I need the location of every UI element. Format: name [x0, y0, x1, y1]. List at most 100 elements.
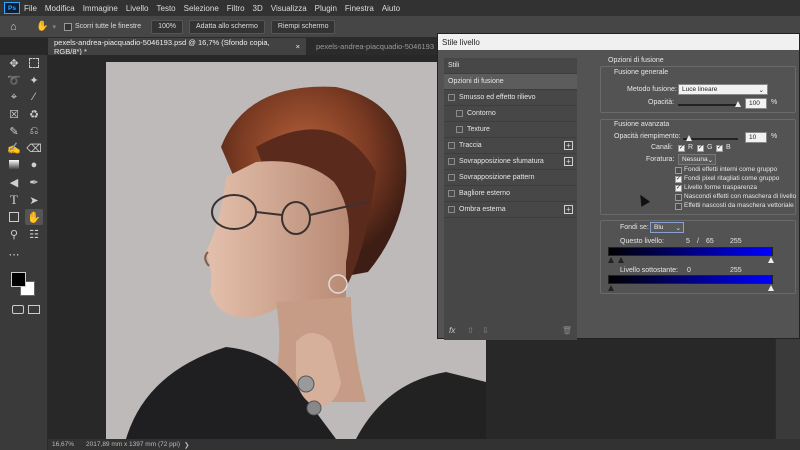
brush-tool-icon[interactable]: ✎	[5, 123, 23, 139]
style-checkbox[interactable]	[448, 190, 455, 197]
style-checkbox[interactable]	[448, 94, 455, 101]
menu-item[interactable]: Aiuto	[382, 4, 400, 13]
opacity-slider-thumb[interactable]	[735, 101, 741, 107]
spot-healing-tool-icon[interactable]: ♻	[25, 106, 43, 122]
more-tools-icon[interactable]: ⋯	[5, 246, 23, 262]
fill-opacity-input[interactable]: 10	[745, 132, 767, 143]
lasso-tool-icon[interactable]: ➰	[5, 72, 23, 88]
underlying-gradient-bar[interactable]	[608, 275, 773, 284]
trash-icon[interactable]: 🗑	[562, 326, 572, 335]
dodge-tool-icon[interactable]: ◀	[5, 174, 23, 190]
path-selection-tool-icon[interactable]: ➤	[25, 192, 43, 208]
arrow-up-icon[interactable]: ⇧	[467, 326, 474, 335]
this-layer-black-slider-right[interactable]	[618, 257, 624, 263]
advanced-option-checkbox[interactable]: ✓	[675, 185, 682, 192]
arrow-down-icon[interactable]: ⇩	[482, 326, 489, 335]
channels-label: Canali:	[651, 144, 673, 151]
fill-opacity-slider-thumb[interactable]	[685, 135, 692, 141]
advanced-option-checkbox[interactable]	[675, 203, 682, 210]
menu-item[interactable]: Plugin	[315, 4, 337, 13]
style-checkbox[interactable]	[448, 206, 455, 213]
menu-item[interactable]: File	[24, 4, 37, 13]
advanced-option-checkbox[interactable]	[675, 167, 682, 174]
home-icon[interactable]: ⌂	[10, 21, 26, 33]
fit-screen-button[interactable]: Adatta allo schermo	[189, 19, 265, 34]
style-item[interactable]: Sovrapposizione pattern	[444, 170, 577, 186]
blend-if-channel-dropdown[interactable]: Blu ⌄	[650, 222, 684, 233]
move-tool-icon[interactable]: ✥	[5, 55, 23, 71]
advanced-option-checkbox[interactable]: ✓	[675, 176, 682, 183]
this-layer-black-slider-left[interactable]	[608, 257, 614, 263]
eyedropper-tool-icon[interactable]: ⁄	[25, 89, 43, 105]
eraser-tool-icon[interactable]: ⌫	[25, 140, 43, 156]
zoom-tool-icon[interactable]: ⚲	[5, 226, 23, 242]
channel-checkbox[interactable]: ✓	[716, 145, 723, 152]
blend-mode-dropdown[interactable]: Luce lineare ⌄	[678, 84, 768, 95]
type-tool-icon[interactable]: T	[5, 192, 23, 208]
crop-tool-icon[interactable]: ⌖	[5, 89, 23, 105]
style-checkbox[interactable]	[448, 158, 455, 165]
gradient-tool-icon[interactable]	[5, 157, 23, 173]
add-style-icon[interactable]: +	[564, 205, 573, 214]
style-checkbox[interactable]	[448, 142, 455, 149]
stamp-tool-icon[interactable]: ⎌	[25, 123, 43, 139]
frame-tool-icon[interactable]: ☒	[5, 106, 23, 122]
style-checkbox[interactable]	[448, 174, 455, 181]
menu-item[interactable]: Visualizza	[271, 4, 307, 13]
style-item[interactable]: Texture	[444, 122, 577, 138]
zoom-100-button[interactable]: 100%	[151, 19, 184, 34]
opacity-input[interactable]: 100	[745, 98, 767, 109]
style-item[interactable]: Smusso ed effetto rilievo	[444, 90, 577, 106]
tab-active-document[interactable]: pexels-andrea-piacquadio-5046193.psd @ 1…	[48, 38, 306, 56]
menu-item[interactable]: Testo	[157, 4, 176, 13]
fx-icon[interactable]: fx	[449, 326, 455, 335]
quick-mask-icon[interactable]	[12, 305, 24, 314]
channel-checkbox[interactable]: ✓	[697, 145, 704, 152]
knockout-dropdown[interactable]: Nessuna ⌄	[678, 154, 716, 165]
style-item[interactable]: Sovrapposizione sfumatura +	[444, 154, 577, 170]
style-checkbox[interactable]	[456, 126, 463, 133]
menu-item[interactable]: Selezione	[184, 4, 219, 13]
marquee-tool-icon[interactable]	[25, 55, 43, 71]
rectangle-tool-icon[interactable]	[5, 209, 23, 225]
underlying-black-slider[interactable]	[608, 285, 614, 291]
menu-item[interactable]: Modifica	[45, 4, 75, 13]
styles-header[interactable]: Stili	[444, 58, 577, 74]
menu-item[interactable]: Filtro	[227, 4, 245, 13]
magic-wand-tool-icon[interactable]: ✦	[25, 72, 43, 88]
add-style-icon[interactable]: +	[564, 157, 573, 166]
channel-checkbox[interactable]: ✓	[678, 145, 685, 152]
style-item[interactable]: Opzioni di fusione	[444, 74, 577, 90]
status-zoom[interactable]: 16,67%	[52, 441, 74, 448]
advanced-option-checkbox[interactable]	[675, 194, 682, 201]
style-item[interactable]: Contorno	[444, 106, 577, 122]
close-icon[interactable]: ×	[296, 42, 300, 51]
history-brush-tool-icon[interactable]: ✍	[5, 140, 23, 156]
menu-item[interactable]: Finestra	[345, 4, 374, 13]
style-item[interactable]: Ombra esterna +	[444, 202, 577, 218]
menu-item[interactable]: Immagine	[83, 4, 118, 13]
artboard-tool-icon[interactable]: ☷	[25, 226, 43, 242]
document-photo[interactable]	[106, 62, 486, 439]
add-style-icon[interactable]: +	[564, 141, 573, 150]
this-layer-gradient-bar[interactable]	[608, 247, 773, 256]
app-logo[interactable]: Ps	[4, 2, 20, 14]
menu-item[interactable]: 3D	[253, 4, 263, 13]
screen-mode-icon[interactable]	[28, 305, 40, 314]
blur-tool-icon[interactable]: ●	[25, 157, 43, 173]
fill-screen-button[interactable]: Riempi schermo	[270, 19, 336, 34]
opacity-slider-track[interactable]	[678, 104, 738, 106]
style-item[interactable]: Bagliore esterno	[444, 186, 577, 202]
this-layer-white-slider[interactable]	[768, 257, 774, 263]
foreground-color-swatch[interactable]	[11, 272, 26, 287]
underlying-white-slider[interactable]	[768, 285, 774, 291]
pen-tool-icon[interactable]: ✒	[25, 174, 43, 190]
style-checkbox[interactable]	[456, 110, 463, 117]
chevron-right-icon[interactable]: ❯	[184, 441, 189, 449]
scroll-all-checkbox[interactable]	[63, 22, 72, 31]
hand-tool-icon[interactable]: ✋	[25, 209, 43, 225]
style-item[interactable]: Traccia +	[444, 138, 577, 154]
hand-tool-icon[interactable]: ✋	[36, 21, 48, 32]
tab-second-document[interactable]: pexels-andrea-piacquadio-5046193	[310, 38, 440, 55]
menu-item[interactable]: Livello	[126, 4, 149, 13]
